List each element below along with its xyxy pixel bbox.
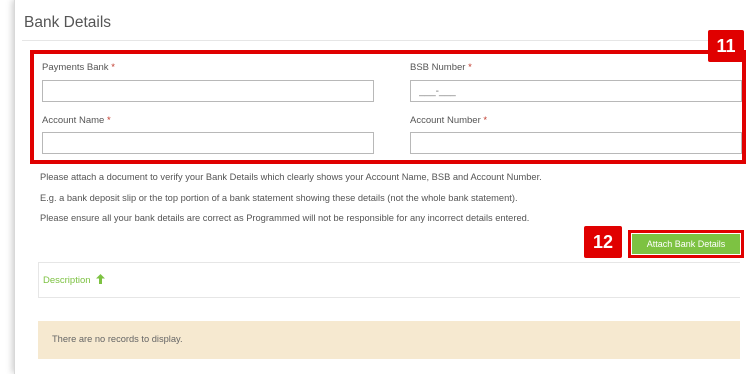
sort-ascending-icon [96,274,106,284]
form-highlight-box [30,50,746,164]
section-title: Bank Details [24,14,112,31]
instruction-line: Please ensure all your bank details are … [40,213,530,223]
step-11-callout: 11 [708,30,744,62]
description-column-label: Description [43,275,91,286]
empty-records-row: There are no records to display. [38,321,740,359]
table-header-divider [38,297,740,298]
empty-records-message: There are no records to display. [52,334,183,344]
instruction-line: E.g. a bank deposit slip or the top port… [40,193,518,203]
instruction-line: Please attach a document to verify your … [40,172,542,182]
table-header: Description [38,262,741,298]
description-column-header[interactable]: Description [43,274,106,286]
step-12-callout: 12 [584,226,622,258]
title-divider [22,40,740,41]
attach-bank-details-button[interactable]: Attach Bank Details [632,234,740,254]
attach-button-highlight: Attach Bank Details [628,230,744,258]
